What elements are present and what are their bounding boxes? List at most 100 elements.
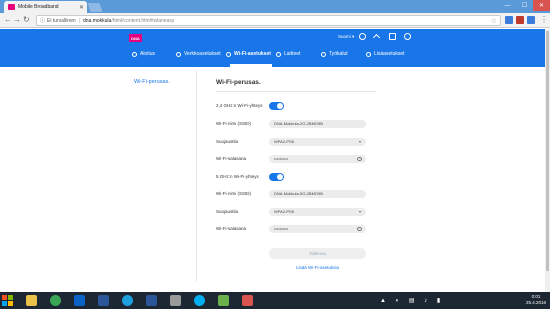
sidebar: Wi-Fi-perusas. (129, 71, 197, 281)
main-menu: Aloitus Verkkoasetukset Wi-Fi-asetukset … (132, 51, 421, 57)
favicon-icon (8, 4, 15, 10)
bookmark-star-icon[interactable]: ☆ (491, 17, 497, 25)
menu-label: Laitteet (284, 51, 301, 57)
extension-icon[interactable] (527, 16, 535, 24)
wifi24-ssid-row: Wi-Fi-nimi (SSID) DNA-Mokkula-2G-2BMO9B (216, 120, 368, 129)
wifi5-toggle-label: 5 GHz:n Wi-Fi-yhteys (216, 174, 259, 179)
wifi5-password-label: Wi-Fi-salasana (216, 226, 247, 231)
url-path: /html/content.html#wlaneasy (111, 17, 175, 24)
add-wifi-settings-link[interactable]: Lisää Wi-Fi-asetuksia (269, 265, 366, 270)
address-bar[interactable]: ⓘ Ei turvallinen | dna.mokkula /html/con… (36, 15, 501, 26)
menu-item-verkkoasetukset[interactable]: Verkkoasetukset (176, 51, 226, 57)
sidebar-item-wifi-perusas[interactable]: Wi-Fi-perusas. (129, 71, 196, 85)
wifi5-password-input[interactable]: •••••••••• (269, 225, 366, 233)
word-icon[interactable] (98, 295, 109, 306)
wifi24-password-label: Wi-Fi-salasana (216, 156, 247, 161)
file-explorer-icon[interactable] (26, 295, 37, 306)
eye-icon[interactable] (357, 227, 362, 231)
scrollbar-thumb[interactable] (546, 31, 549, 271)
clock[interactable]: 0:01 25.4.2016 (526, 294, 546, 306)
tab-title: Mobile Broadband (18, 4, 59, 10)
dna-logo[interactable]: DNA (129, 34, 142, 42)
password-value: •••••••••• (274, 226, 289, 231)
refresh-icon[interactable] (404, 33, 411, 40)
upload-arrow-icon[interactable] (372, 33, 381, 42)
internet-explorer-icon[interactable] (122, 295, 133, 306)
browser-tab[interactable]: Mobile Broadband ✕ (4, 1, 87, 13)
app-icon[interactable] (218, 295, 229, 306)
browser-tab-strip: Mobile Broadband ✕ — ☐ ✕ (0, 0, 550, 13)
main-content: Wi-Fi-perusas. Wi-Fi-perusas. 2,4 GHz:n … (0, 67, 550, 292)
info-icon[interactable]: ⓘ (40, 17, 45, 24)
language-select[interactable]: Suomi ▾ (338, 34, 354, 40)
windows-taskbar: ▲ ◐ ▤ ♪ ▮ 0:01 25.4.2016 (0, 292, 550, 309)
connection-icon[interactable] (359, 33, 366, 40)
devices-icon (276, 51, 281, 57)
clock-date: 25.4.2016 (525, 300, 546, 305)
menu-item-laitteet[interactable]: Laitteet (276, 51, 321, 57)
minimize-button[interactable]: — (499, 0, 516, 11)
tools-icon (321, 51, 326, 57)
menu-item-aloitus[interactable]: Aloitus (132, 51, 176, 57)
wifi5-toggle[interactable] (269, 173, 284, 181)
wifi5-toggle-row: 5 GHz:n Wi-Fi-yhteys (216, 173, 368, 182)
url-host: dna.mokkula (82, 17, 112, 24)
word-icon[interactable] (146, 295, 157, 306)
chevron-down-icon: ▾ (358, 139, 361, 144)
forward-arrow-icon[interactable]: → (13, 15, 21, 25)
menu-label: Aloitus (140, 51, 156, 57)
wifi5-password-row: Wi-Fi-salasana •••••••••• (216, 225, 368, 234)
system-tray-icons[interactable]: ▲ ◐ ▤ ♪ ▮ (380, 297, 444, 304)
wifi5-security-select[interactable]: WPA2-PSK ▾ (269, 208, 366, 216)
menu-item-lisaasetukset[interactable]: Lisäasetukset (366, 51, 421, 57)
wifi24-ssid-input[interactable]: DNA-Mokkula-2G-2BMO9B (269, 120, 366, 128)
page-scrollbar[interactable] (545, 29, 550, 292)
wifi24-security-row: Suojaustila WPA2-PSK ▾ (216, 138, 368, 147)
wifi5-ssid-row: Wi-Fi-nimi (SSID) DNA-Mokkula-5G-2BMO9B (216, 190, 368, 199)
back-arrow-icon[interactable]: ← (4, 15, 12, 25)
eye-icon[interactable] (357, 157, 362, 161)
app-header: DNA Suomi ▾ Aloitus Verkkoasetukset Wi-F… (0, 29, 550, 67)
browser-toolbar: ← → ↻ ⓘ Ei turvallinen | dna.mokkula /ht… (0, 13, 550, 28)
wifi5-ssid-label: Wi-Fi-nimi (SSID) (216, 191, 251, 196)
home-icon (132, 51, 137, 57)
password-value: •••••••••• (274, 156, 289, 161)
menu-label: Wi-Fi-asetukset (234, 51, 271, 57)
wifi5-ssid-input[interactable]: DNA-Mokkula-5G-2BMO9B (269, 190, 366, 198)
select-value: WPA2-PSK (274, 139, 295, 144)
new-tab-button[interactable] (87, 3, 103, 12)
reload-icon[interactable]: ↻ (23, 15, 30, 25)
page-title: Wi-Fi-perusas. (216, 79, 261, 86)
wifi5-security-label: Suojaustila (216, 209, 239, 214)
wifi24-toggle-label: 2,4 GHz:n Wi-Fi-yhteys (216, 103, 263, 108)
maximize-button[interactable]: ☐ (516, 0, 533, 11)
wifi24-security-select[interactable]: WPA2-PSK ▾ (269, 138, 366, 146)
skype-icon[interactable] (194, 295, 205, 306)
wifi24-toggle-row: 2,4 GHz:n Wi-Fi-yhteys (216, 102, 368, 111)
wifi24-security-label: Suojaustila (216, 139, 239, 144)
extension-icon[interactable] (505, 16, 513, 24)
chrome-icon[interactable] (50, 295, 61, 306)
shield-icon[interactable] (516, 16, 524, 24)
select-value: WPA2-PSK (274, 209, 295, 214)
menu-item-wifi-asetukset[interactable]: Wi-Fi-asetukset (226, 51, 276, 57)
close-window-button[interactable]: ✕ (533, 0, 550, 11)
menu-label: Työkalut (329, 51, 348, 57)
menu-kebab-icon[interactable]: ⋮ (540, 15, 548, 25)
outlook-icon[interactable] (74, 295, 85, 306)
message-icon[interactable] (389, 33, 396, 40)
gear-icon (366, 51, 371, 57)
wifi24-toggle[interactable] (269, 102, 284, 110)
acrobat-icon[interactable] (242, 295, 253, 306)
tab-close-icon[interactable]: ✕ (79, 4, 84, 11)
app-icon[interactable] (170, 295, 181, 306)
wifi5-security-row: Suojaustila WPA2-PSK ▾ (216, 208, 368, 217)
save-button[interactable]: Tallenna (269, 248, 366, 259)
title-divider (216, 91, 376, 92)
window-controls: — ☐ ✕ (499, 0, 550, 11)
network-icon (176, 51, 181, 57)
menu-item-tyokalut[interactable]: Työkalut (321, 51, 366, 57)
wifi24-password-input[interactable]: •••••••••• (269, 155, 366, 163)
windows-start-icon[interactable] (2, 295, 13, 306)
security-label: Ei turvallinen (47, 17, 76, 24)
